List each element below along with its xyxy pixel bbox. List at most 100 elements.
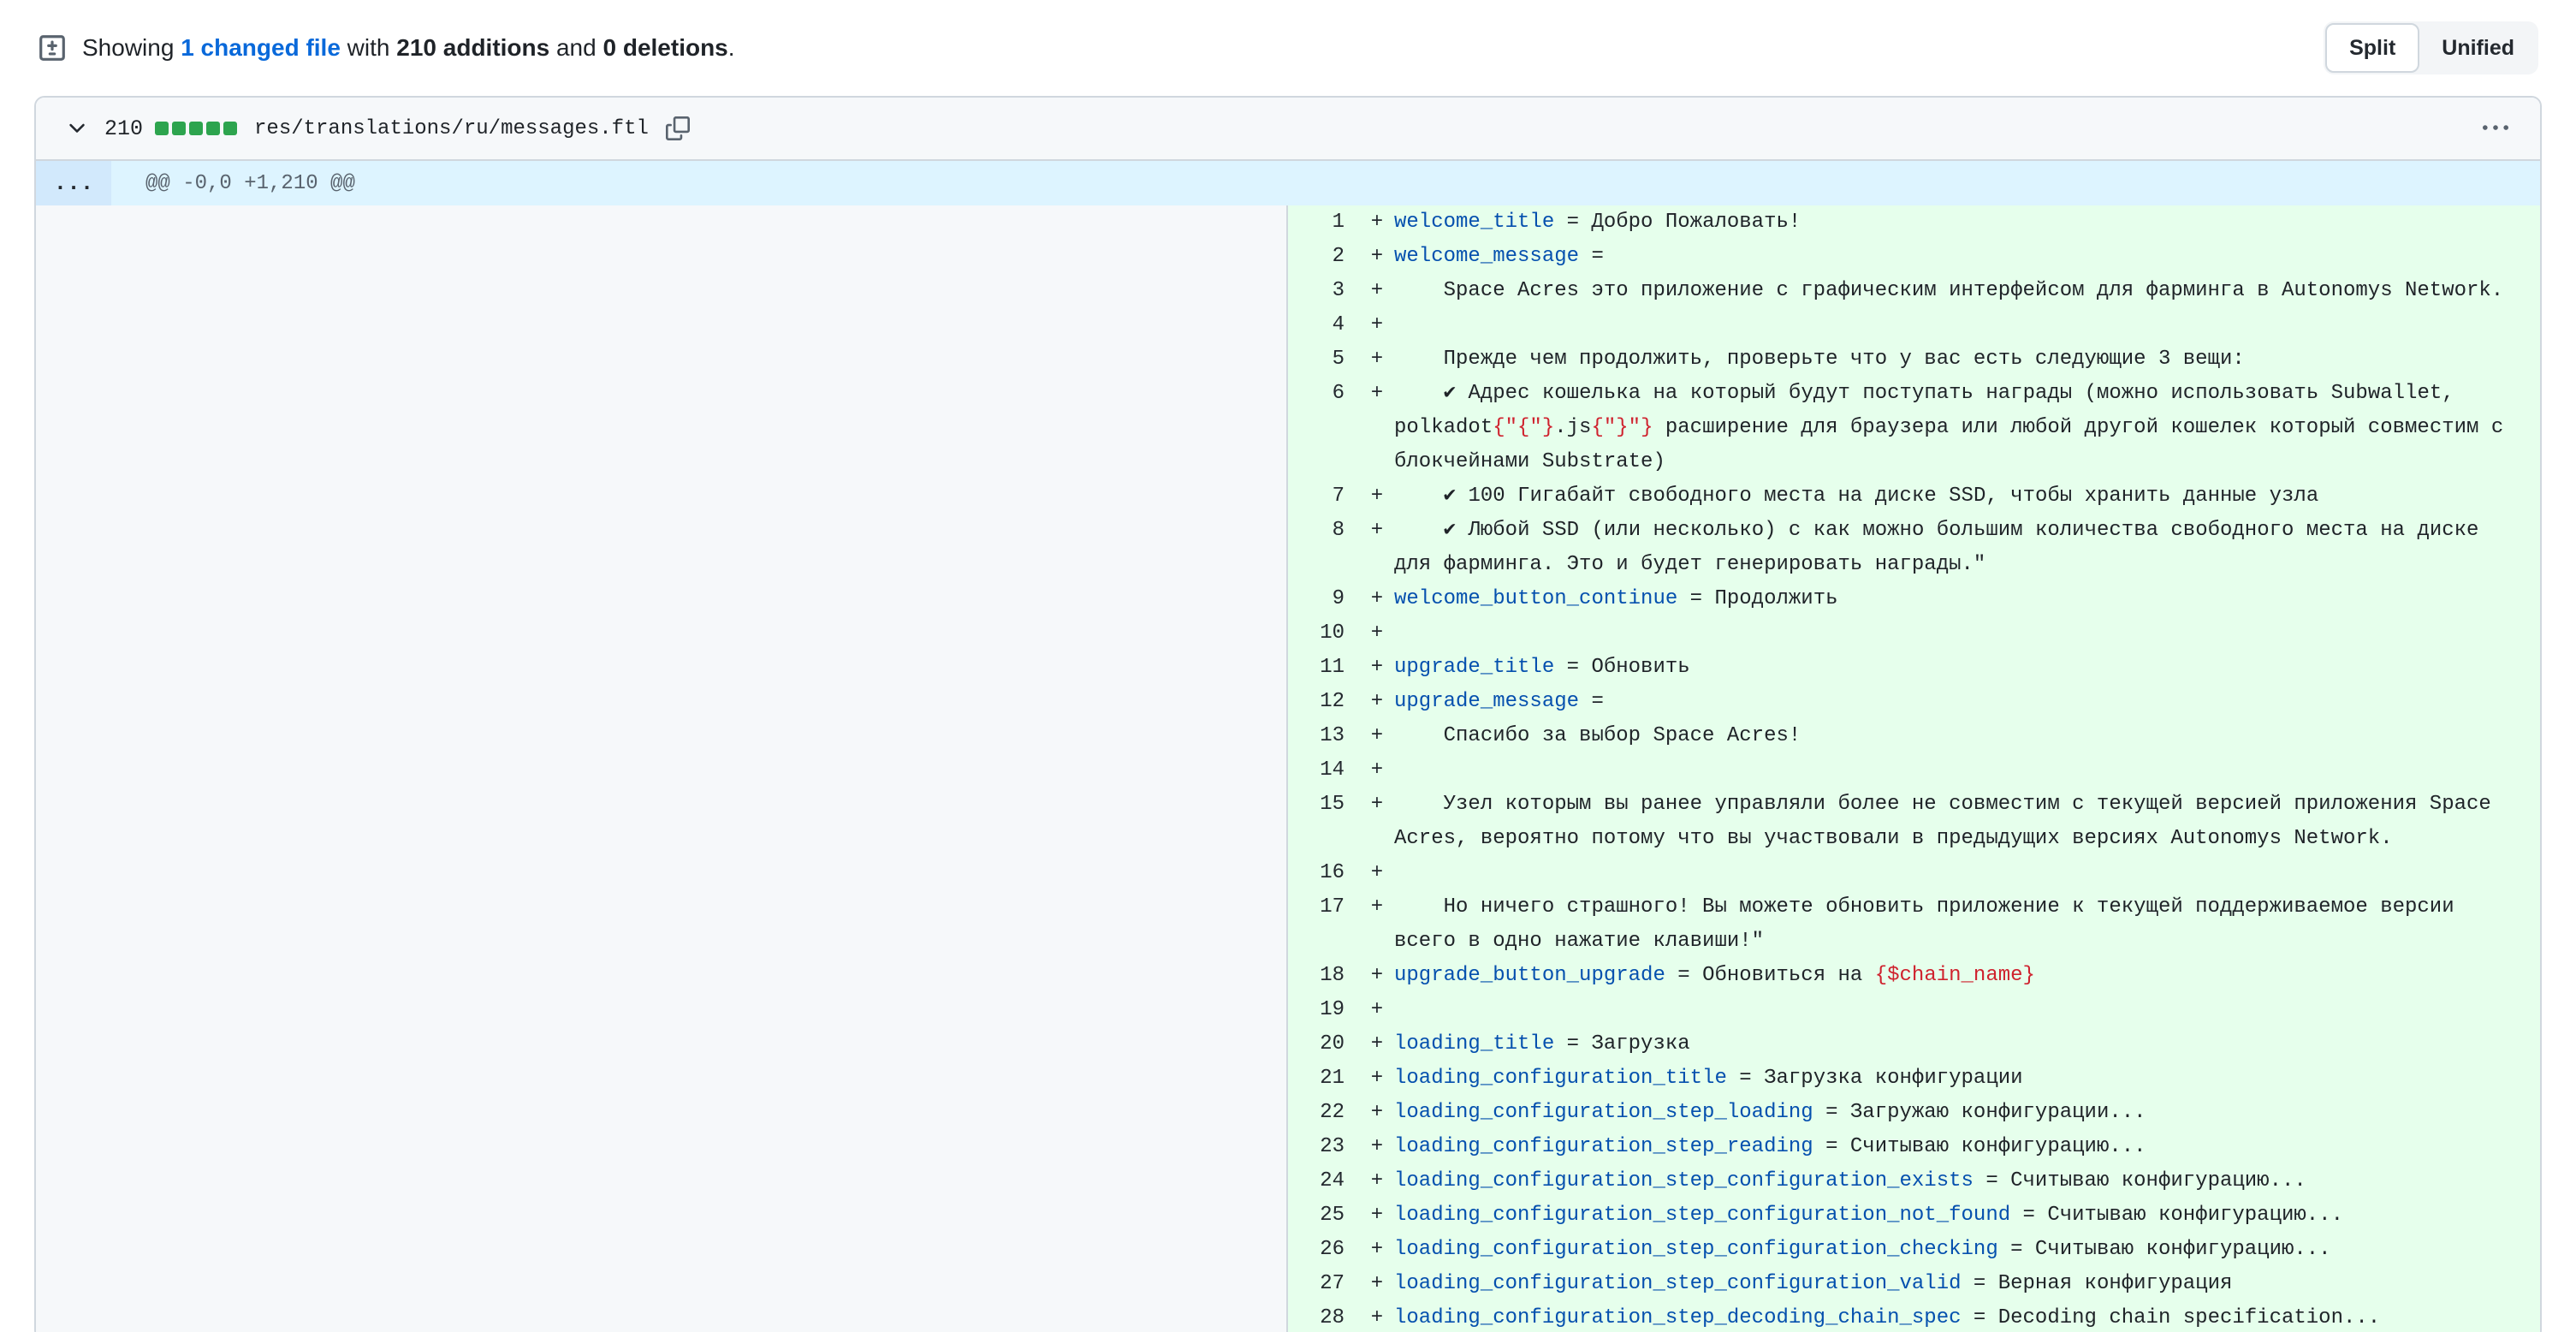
line-number[interactable]: 15	[1288, 788, 1360, 822]
code-token-plain: ✔ 100 Гигабайт свободного места на диске…	[1394, 485, 2318, 508]
diff-addition-sign: +	[1360, 651, 1394, 685]
diff-line-row: 26+loading_configuration_step_configurat…	[1288, 1233, 2540, 1267]
code-token-plain: =	[1579, 690, 1604, 713]
diff-addition-sign: +	[1360, 1130, 1394, 1164]
diff-line-row: 20+loading_title = Загрузка	[1288, 1027, 2540, 1061]
line-number[interactable]: 20	[1288, 1027, 1360, 1061]
diff-line-row: 3+ Space Acres это приложение с графичес…	[1288, 274, 2540, 308]
diff-addition-sign: +	[1360, 1198, 1394, 1233]
code-token-key: loading_configuration_step_configuration…	[1394, 1272, 1962, 1295]
code-token-plain: = Decoding chain specification...	[1962, 1306, 2381, 1329]
line-number[interactable]: 16	[1288, 856, 1360, 890]
code-token-plain: = Считываю конфигурацию...	[2010, 1204, 2343, 1227]
line-number[interactable]: 2	[1288, 240, 1360, 274]
code-token-plain: = Считываю конфигурацию...	[1998, 1238, 2331, 1261]
diff-line-row: 17+ Но ничего страшного! Вы можете обнов…	[1288, 890, 2540, 959]
period: .	[728, 34, 735, 61]
diff-addition-sign: +	[1360, 1164, 1394, 1198]
diff-addition-sign: +	[1360, 1061, 1394, 1096]
code-token-plain: = Загружаю конфигурации...	[1813, 1101, 2146, 1124]
copy-path-button[interactable]	[662, 113, 693, 144]
code-token-key: loading_configuration_step_decoding_chai…	[1394, 1306, 1962, 1329]
diff-addition-sign: +	[1360, 719, 1394, 753]
line-number[interactable]: 19	[1288, 993, 1360, 1027]
line-number[interactable]: 3	[1288, 274, 1360, 308]
line-number[interactable]: 26	[1288, 1233, 1360, 1267]
code-text: ✔ 100 Гигабайт свободного места на диске…	[1394, 479, 2540, 514]
split-view-button[interactable]: Split	[2325, 23, 2419, 73]
code-token-plain: ✔ Любой SSD (или несколько) с как можно …	[1394, 519, 2491, 576]
code-token-literal: {"}"}	[1591, 416, 1653, 439]
line-number[interactable]: 17	[1288, 890, 1360, 925]
changed-lines-count: 210	[104, 116, 143, 141]
diff-line-row: 7+ ✔ 100 Гигабайт свободного места на ди…	[1288, 479, 2540, 514]
diff-line-row: 21+loading_configuration_title = Загрузк…	[1288, 1061, 2540, 1096]
diff-line-row: 4+	[1288, 308, 2540, 342]
line-number[interactable]: 23	[1288, 1130, 1360, 1164]
diff-addition-sign: +	[1360, 342, 1394, 377]
collapse-file-button[interactable]	[62, 113, 92, 144]
line-number[interactable]: 18	[1288, 959, 1360, 993]
code-token-literal: {"{"}	[1493, 416, 1554, 439]
diffstat-addition-square	[223, 122, 237, 135]
line-number[interactable]: 1	[1288, 205, 1360, 240]
code-token-plain: Но ничего страшного! Вы можете обновить …	[1394, 895, 2466, 953]
chevron-down-icon	[65, 116, 89, 140]
file-diff-card: 210 res/translations/ru/messages.ftl ...…	[34, 96, 2542, 1332]
code-token-literal: {$chain_name}	[1875, 964, 2035, 987]
code-token-plain: Прежде чем продолжить, проверьте что у в…	[1394, 348, 2245, 371]
diff-line-row: 10+	[1288, 616, 2540, 651]
line-number[interactable]: 13	[1288, 719, 1360, 753]
line-number[interactable]: 27	[1288, 1267, 1360, 1301]
code-text: loading_configuration_title = Загрузка к…	[1394, 1061, 2540, 1096]
code-token-plain: = Считываю конфигурацию...	[1813, 1135, 2146, 1158]
expand-hunk-button[interactable]: ...	[36, 161, 111, 205]
diff-line-row: 5+ Прежде чем продолжить, проверьте что …	[1288, 342, 2540, 377]
line-number[interactable]: 9	[1288, 582, 1360, 616]
line-number[interactable]: 11	[1288, 651, 1360, 685]
line-number[interactable]: 5	[1288, 342, 1360, 377]
diff-line-row: 22+loading_configuration_step_loading = …	[1288, 1096, 2540, 1130]
line-number[interactable]: 7	[1288, 479, 1360, 514]
code-text: upgrade_button_upgrade = Обновиться на {…	[1394, 959, 2540, 993]
diff-line-row: 14+	[1288, 753, 2540, 788]
changed-files-link[interactable]: 1 changed file	[181, 34, 341, 61]
code-token-key: upgrade_title	[1394, 656, 1554, 679]
code-token-plain: Спасибо за выбор Space Acres!	[1394, 724, 1801, 747]
code-text: loading_configuration_step_decoding_chai…	[1394, 1301, 2540, 1332]
line-number[interactable]: 28	[1288, 1301, 1360, 1332]
code-text: loading_configuration_step_configuration…	[1394, 1164, 2540, 1198]
diff-addition-sign: +	[1360, 377, 1394, 411]
code-token-plain: =	[1579, 245, 1604, 268]
code-token-key: upgrade_message	[1394, 690, 1579, 713]
file-options-button[interactable]	[2477, 113, 2514, 144]
line-number[interactable]: 10	[1288, 616, 1360, 651]
line-number[interactable]: 22	[1288, 1096, 1360, 1130]
line-number[interactable]: 21	[1288, 1061, 1360, 1096]
unified-view-button[interactable]: Unified	[2419, 23, 2537, 73]
line-number[interactable]: 12	[1288, 685, 1360, 719]
code-text: loading_configuration_step_configuration…	[1394, 1233, 2540, 1267]
diff-addition-sign: +	[1360, 1096, 1394, 1130]
line-number[interactable]: 25	[1288, 1198, 1360, 1233]
line-number[interactable]: 8	[1288, 514, 1360, 548]
line-number[interactable]: 14	[1288, 753, 1360, 788]
code-text: loading_configuration_step_configuration…	[1394, 1198, 2540, 1233]
line-number[interactable]: 4	[1288, 308, 1360, 342]
code-text: loading_configuration_step_configuration…	[1394, 1267, 2540, 1301]
code-token-plain: = Загрузка	[1554, 1032, 1689, 1055]
code-text: Узел которым вы ранее управляли более не…	[1394, 788, 2540, 856]
diff-addition-sign: +	[1360, 890, 1394, 925]
code-token-key: loading_configuration_title	[1394, 1067, 1727, 1090]
diff-addition-sign: +	[1360, 479, 1394, 514]
code-token-key: loading_configuration_step_loading	[1394, 1101, 1813, 1124]
code-token-plain: = Считываю конфигурацию...	[1974, 1169, 2306, 1192]
code-text: upgrade_message =	[1394, 685, 2540, 719]
diff-line-row: 19+	[1288, 993, 2540, 1027]
diff-addition-sign: +	[1360, 959, 1394, 993]
line-number[interactable]: 6	[1288, 377, 1360, 411]
line-number[interactable]: 24	[1288, 1164, 1360, 1198]
code-text: Спасибо за выбор Space Acres!	[1394, 719, 2540, 753]
showing-label: Showing	[82, 34, 181, 61]
diff-line-row: 23+loading_configuration_step_reading = …	[1288, 1130, 2540, 1164]
